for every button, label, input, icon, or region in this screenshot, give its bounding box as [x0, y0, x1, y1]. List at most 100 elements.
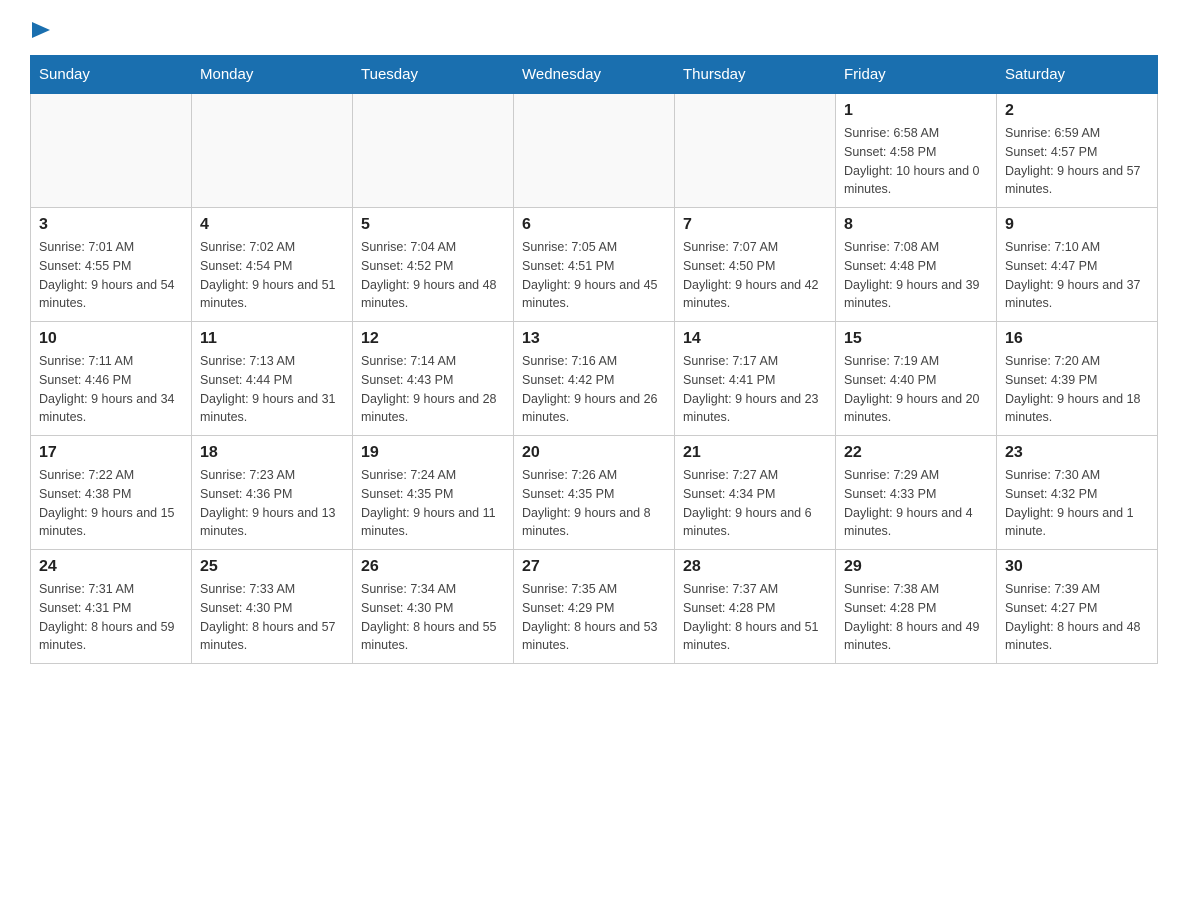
- day-number: 14: [683, 330, 827, 348]
- calendar-cell: 25 Sunrise: 7:33 AM Sunset: 4:30 PM Dayli…: [192, 550, 353, 664]
- day-info: Sunrise: 7:16 AM Sunset: 4:42 PM Dayligh…: [522, 352, 666, 427]
- calendar-cell: [675, 94, 836, 208]
- calendar-cell: 28Sunrise: 7:37 AM Sunset: 4:28 PM Dayli…: [675, 550, 836, 664]
- day-number: 15: [844, 330, 988, 348]
- calendar-cell: 15 Sunrise: 7:19 AM Sunset: 4:40 PM Dayli…: [836, 322, 997, 436]
- day-number: 12: [361, 330, 505, 348]
- day-info: Sunrise: 7:33 AM Sunset: 4:30 PM Dayligh…: [200, 580, 344, 655]
- day-number: 22: [844, 444, 988, 462]
- calendar-cell: 14Sunrise: 7:17 AM Sunset: 4:41 PM Dayli…: [675, 322, 836, 436]
- day-number: 23: [1005, 444, 1149, 462]
- day-number: 21: [683, 444, 827, 462]
- day-number: 18: [200, 444, 344, 462]
- calendar-cell: 11 Sunrise: 7:13 AM Sunset: 4:44 PM Dayli…: [192, 322, 353, 436]
- calendar-cell: 29 Sunrise: 7:38 AM Sunset: 4:28 PM Dayli…: [836, 550, 997, 664]
- day-info: Sunrise: 7:01 AM Sunset: 4:55 PM Dayligh…: [39, 238, 183, 313]
- day-info: Sunrise: 7:39 AM Sunset: 4:27 PM Dayligh…: [1005, 580, 1149, 655]
- calendar-week-row: 1Sunrise: 6:58 AM Sunset: 4:58 PM Daylig…: [31, 94, 1158, 208]
- day-info: Sunrise: 7:37 AM Sunset: 4:28 PM Dayligh…: [683, 580, 827, 655]
- calendar-cell: 30 Sunrise: 7:39 AM Sunset: 4:27 PM Dayli…: [997, 550, 1158, 664]
- weekday-header-monday: Monday: [192, 56, 353, 94]
- weekday-header-friday: Friday: [836, 56, 997, 94]
- day-number: 2: [1005, 102, 1149, 120]
- day-info: Sunrise: 7:29 AM Sunset: 4:33 PM Dayligh…: [844, 466, 988, 541]
- day-info: Sunrise: 7:26 AM Sunset: 4:35 PM Dayligh…: [522, 466, 666, 541]
- calendar-cell: 9 Sunrise: 7:10 AM Sunset: 4:47 PM Daylig…: [997, 208, 1158, 322]
- logo: [30, 20, 50, 45]
- day-number: 26: [361, 558, 505, 576]
- day-number: 27: [522, 558, 666, 576]
- day-number: 29: [844, 558, 988, 576]
- day-info: Sunrise: 7:24 AM Sunset: 4:35 PM Dayligh…: [361, 466, 505, 541]
- day-info: Sunrise: 7:05 AM Sunset: 4:51 PM Dayligh…: [522, 238, 666, 313]
- calendar-cell: 23 Sunrise: 7:30 AM Sunset: 4:32 PM Dayli…: [997, 436, 1158, 550]
- day-info: Sunrise: 7:23 AM Sunset: 4:36 PM Dayligh…: [200, 466, 344, 541]
- day-info: Sunrise: 7:19 AM Sunset: 4:40 PM Dayligh…: [844, 352, 988, 427]
- day-number: 24: [39, 558, 183, 576]
- calendar-cell: 2 Sunrise: 6:59 AM Sunset: 4:57 PM Daylig…: [997, 94, 1158, 208]
- calendar-cell: 13 Sunrise: 7:16 AM Sunset: 4:42 PM Dayli…: [514, 322, 675, 436]
- day-number: 25: [200, 558, 344, 576]
- calendar-cell: 26 Sunrise: 7:34 AM Sunset: 4:30 PM Dayli…: [353, 550, 514, 664]
- day-number: 16: [1005, 330, 1149, 348]
- day-info: Sunrise: 7:35 AM Sunset: 4:29 PM Dayligh…: [522, 580, 666, 655]
- calendar-header-row: SundayMondayTuesdayWednesdayThursdayFrid…: [31, 56, 1158, 94]
- day-number: 30: [1005, 558, 1149, 576]
- day-info: Sunrise: 7:14 AM Sunset: 4:43 PM Dayligh…: [361, 352, 505, 427]
- day-number: 10: [39, 330, 183, 348]
- day-number: 5: [361, 216, 505, 234]
- day-info: Sunrise: 6:59 AM Sunset: 4:57 PM Dayligh…: [1005, 124, 1149, 199]
- calendar-cell: 21 Sunrise: 7:27 AM Sunset: 4:34 PM Dayli…: [675, 436, 836, 550]
- day-info: Sunrise: 7:11 AM Sunset: 4:46 PM Dayligh…: [39, 352, 183, 427]
- calendar-cell: 10 Sunrise: 7:11 AM Sunset: 4:46 PM Dayli…: [31, 322, 192, 436]
- day-info: Sunrise: 7:27 AM Sunset: 4:34 PM Dayligh…: [683, 466, 827, 541]
- calendar-cell: 12 Sunrise: 7:14 AM Sunset: 4:43 PM Dayli…: [353, 322, 514, 436]
- calendar-cell: 27 Sunrise: 7:35 AM Sunset: 4:29 PM Dayli…: [514, 550, 675, 664]
- day-number: 4: [200, 216, 344, 234]
- day-number: 7: [683, 216, 827, 234]
- calendar-week-row: 17Sunrise: 7:22 AM Sunset: 4:38 PM Dayli…: [31, 436, 1158, 550]
- day-number: 3: [39, 216, 183, 234]
- calendar-cell: [31, 94, 192, 208]
- calendar-table: SundayMondayTuesdayWednesdayThursdayFrid…: [30, 55, 1158, 664]
- calendar-cell: 1Sunrise: 6:58 AM Sunset: 4:58 PM Daylig…: [836, 94, 997, 208]
- weekday-header-sunday: Sunday: [31, 56, 192, 94]
- day-number: 19: [361, 444, 505, 462]
- day-info: Sunrise: 7:38 AM Sunset: 4:28 PM Dayligh…: [844, 580, 988, 655]
- day-info: Sunrise: 7:34 AM Sunset: 4:30 PM Dayligh…: [361, 580, 505, 655]
- calendar-cell: 20Sunrise: 7:26 AM Sunset: 4:35 PM Dayli…: [514, 436, 675, 550]
- calendar-cell: 16Sunrise: 7:20 AM Sunset: 4:39 PM Dayli…: [997, 322, 1158, 436]
- day-number: 17: [39, 444, 183, 462]
- calendar-cell: 4 Sunrise: 7:02 AM Sunset: 4:54 PM Daylig…: [192, 208, 353, 322]
- page-header: [30, 20, 1158, 45]
- day-info: Sunrise: 7:08 AM Sunset: 4:48 PM Dayligh…: [844, 238, 988, 313]
- day-number: 8: [844, 216, 988, 234]
- day-info: Sunrise: 7:04 AM Sunset: 4:52 PM Dayligh…: [361, 238, 505, 313]
- day-number: 1: [844, 102, 988, 120]
- day-number: 9: [1005, 216, 1149, 234]
- calendar-cell: 24 Sunrise: 7:31 AM Sunset: 4:31 PM Dayli…: [31, 550, 192, 664]
- weekday-header-saturday: Saturday: [997, 56, 1158, 94]
- day-info: Sunrise: 7:13 AM Sunset: 4:44 PM Dayligh…: [200, 352, 344, 427]
- day-number: 11: [200, 330, 344, 348]
- calendar-cell: 7 Sunrise: 7:07 AM Sunset: 4:50 PM Daylig…: [675, 208, 836, 322]
- calendar-cell: 17Sunrise: 7:22 AM Sunset: 4:38 PM Dayli…: [31, 436, 192, 550]
- calendar-cell: 22 Sunrise: 7:29 AM Sunset: 4:33 PM Dayli…: [836, 436, 997, 550]
- day-info: Sunrise: 7:07 AM Sunset: 4:50 PM Dayligh…: [683, 238, 827, 313]
- day-number: 13: [522, 330, 666, 348]
- calendar-cell: 18 Sunrise: 7:23 AM Sunset: 4:36 PM Dayli…: [192, 436, 353, 550]
- logo-triangle-icon: [32, 20, 50, 40]
- calendar-week-row: 3 Sunrise: 7:01 AM Sunset: 4:55 PM Daylig…: [31, 208, 1158, 322]
- day-number: 6: [522, 216, 666, 234]
- weekday-header-thursday: Thursday: [675, 56, 836, 94]
- calendar-cell: 6 Sunrise: 7:05 AM Sunset: 4:51 PM Daylig…: [514, 208, 675, 322]
- day-info: Sunrise: 7:30 AM Sunset: 4:32 PM Dayligh…: [1005, 466, 1149, 541]
- day-info: Sunrise: 7:02 AM Sunset: 4:54 PM Dayligh…: [200, 238, 344, 313]
- calendar-week-row: 10 Sunrise: 7:11 AM Sunset: 4:46 PM Dayli…: [31, 322, 1158, 436]
- day-info: Sunrise: 7:31 AM Sunset: 4:31 PM Dayligh…: [39, 580, 183, 655]
- weekday-header-tuesday: Tuesday: [353, 56, 514, 94]
- calendar-week-row: 24 Sunrise: 7:31 AM Sunset: 4:31 PM Dayli…: [31, 550, 1158, 664]
- calendar-cell: 19 Sunrise: 7:24 AM Sunset: 4:35 PM Dayli…: [353, 436, 514, 550]
- day-info: Sunrise: 7:10 AM Sunset: 4:47 PM Dayligh…: [1005, 238, 1149, 313]
- calendar-cell: 5 Sunrise: 7:04 AM Sunset: 4:52 PM Daylig…: [353, 208, 514, 322]
